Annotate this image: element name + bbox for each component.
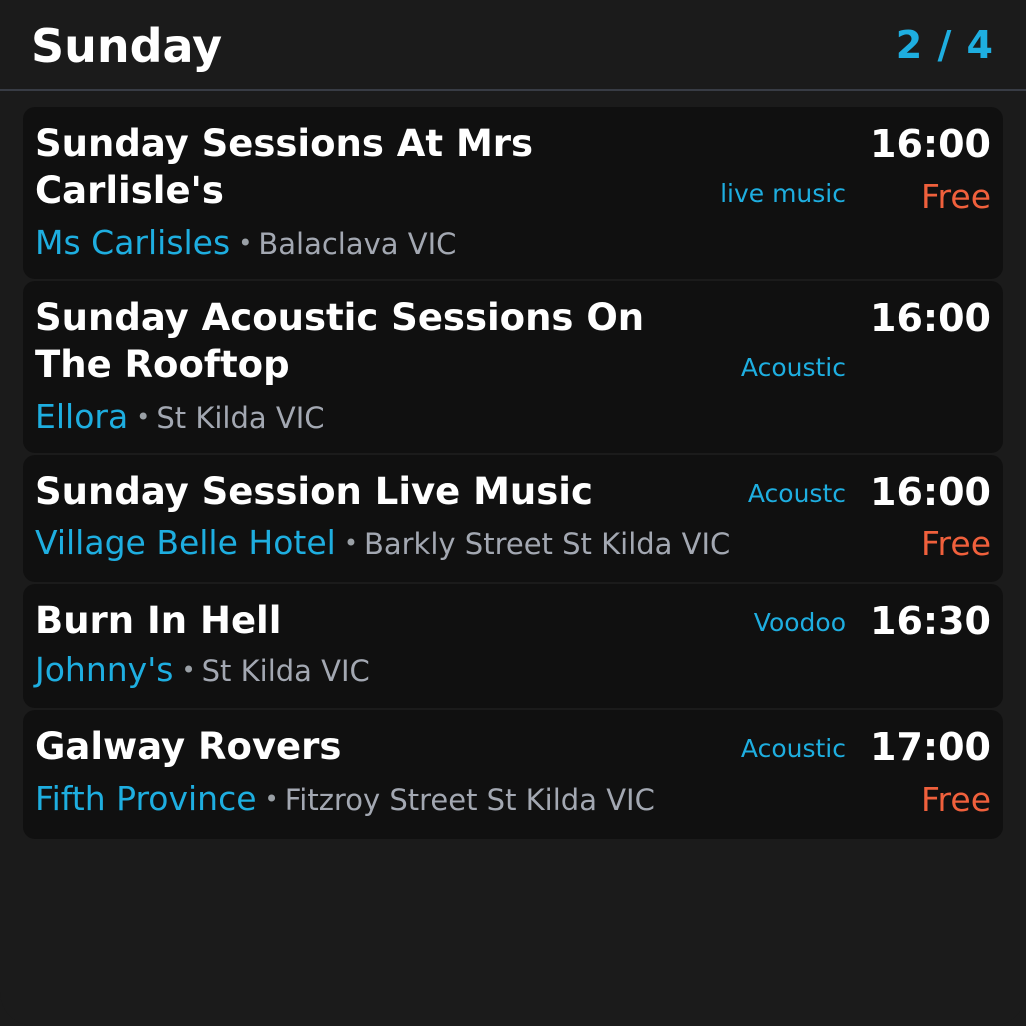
separator-dot: •: [343, 529, 358, 557]
event-price: Free: [920, 780, 991, 819]
day-header: Sunday 2 / 4: [0, 0, 1026, 91]
event-card[interactable]: Sunday Session Live Music Acoustc 16:00 …: [23, 455, 1003, 582]
event-venue-line: Ellora • St Kilda VIC: [35, 397, 325, 443]
event-title: Sunday Sessions At Mrs Carlisle's: [35, 122, 534, 212]
event-list: Sunday Sessions At Mrs Carlisle's live m…: [23, 107, 1003, 841]
event-title: Burn In Hell: [35, 599, 282, 642]
event-genre-tag: Acoustic: [740, 353, 846, 382]
event-venue-line: Village Belle Hotel • Barkly Street St Kil…: [35, 523, 730, 569]
separator-dot: •: [264, 785, 279, 813]
event-price: Free: [920, 524, 991, 563]
event-listing-screen: Sunday 2 / 4 Sunday Sessions At Mrs Carl…: [0, 0, 1026, 1026]
event-title: Sunday Session Live Music: [35, 470, 593, 513]
event-location: Balaclava VIC: [258, 227, 457, 261]
event-start-time: 17:00: [870, 725, 991, 769]
day-title: Sunday: [31, 19, 223, 73]
event-start-time: 16:00: [870, 296, 991, 340]
event-location: Barkly Street St Kilda VIC: [363, 527, 731, 561]
event-venue[interactable]: Village Belle Hotel: [35, 523, 336, 562]
separator-dot: •: [181, 656, 196, 684]
event-price: Free: [920, 177, 991, 216]
event-card[interactable]: Burn In Hell Voodoo 16:30 Johnny's • St Ki…: [23, 584, 1003, 708]
event-card[interactable]: Sunday Sessions At Mrs Carlisle's live m…: [23, 107, 1003, 279]
event-genre-tag: live music: [720, 179, 846, 208]
event-title: Galway Rovers: [35, 725, 342, 768]
page-indicator: 2 / 4: [895, 23, 994, 67]
event-card[interactable]: Sunday Acoustic Sessions On The Rooftop …: [23, 281, 1003, 453]
event-location: St Kilda VIC: [156, 401, 325, 435]
event-card[interactable]: Galway Rovers Acoustic 17:00 Free Fifth …: [23, 710, 1003, 839]
event-location: Fitzroy Street St Kilda VIC: [284, 783, 655, 817]
event-start-time: 16:00: [870, 122, 991, 166]
separator-dot: •: [136, 403, 151, 431]
separator-dot: •: [238, 229, 253, 257]
event-start-time: 16:00: [870, 470, 991, 514]
event-venue[interactable]: Ms Carlisles: [35, 223, 230, 262]
event-location: St Kilda VIC: [201, 654, 370, 688]
event-venue[interactable]: Johnny's: [35, 650, 173, 689]
event-genre-tag: Voodoo: [753, 608, 846, 637]
event-venue[interactable]: Ellora: [35, 397, 128, 436]
event-title: Sunday Acoustic Sessions On The Rooftop: [35, 296, 645, 386]
event-venue-line: Ms Carlisles • Balaclava VIC: [35, 223, 456, 269]
event-venue-line: Johnny's • St Kilda VIC: [35, 650, 370, 696]
event-venue-line: Fifth Province • Fitzroy Street St Kilda V…: [35, 779, 655, 825]
event-start-time: 16:30: [870, 599, 991, 643]
event-genre-tag: Acoustc: [747, 479, 846, 508]
event-genre-tag: Acoustic: [740, 734, 846, 763]
event-venue[interactable]: Fifth Province: [35, 779, 257, 818]
